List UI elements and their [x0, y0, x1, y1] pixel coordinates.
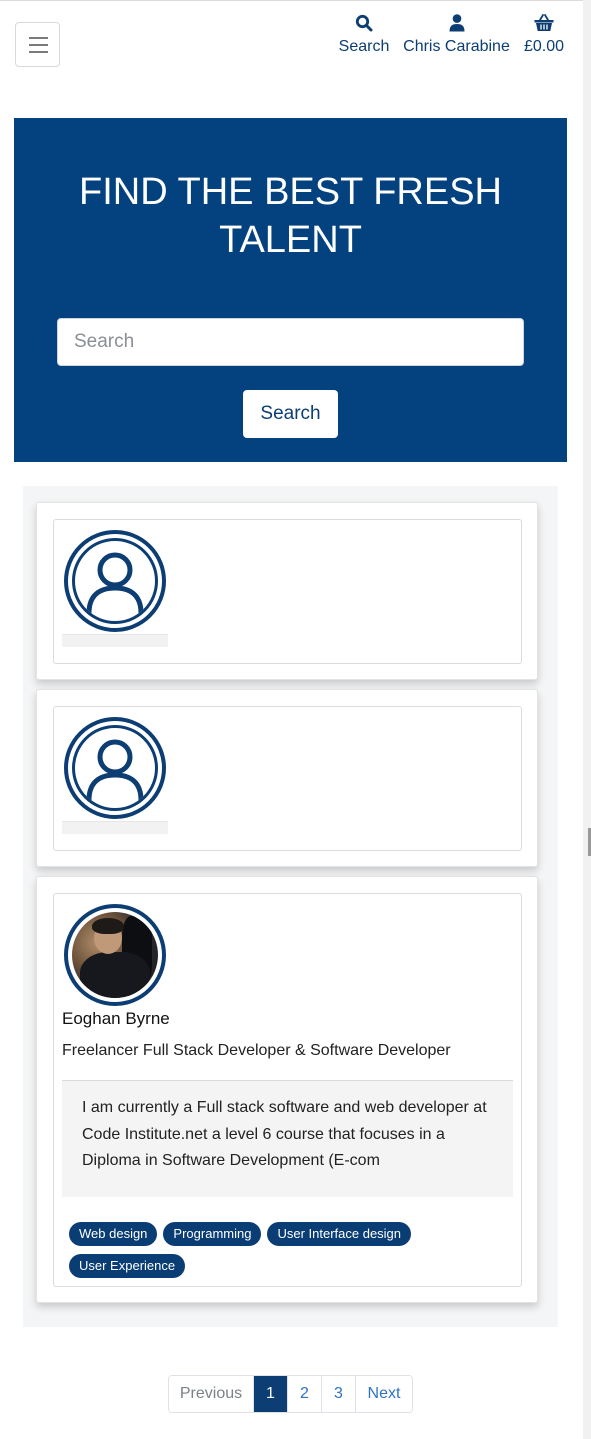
pagination-page-2[interactable]: 2 [288, 1376, 322, 1412]
profile-card-body [53, 706, 522, 851]
profile-name-placeholder [62, 634, 168, 647]
profile-card[interactable] [36, 502, 538, 680]
default-avatar-icon [64, 717, 166, 819]
search-icon [338, 14, 390, 34]
hero-banner: FIND THE BEST FRESH TALENT Search [14, 118, 567, 462]
nav-account-link[interactable]: Chris Carabine [402, 14, 511, 56]
profile-bio: I am currently a Full stack software and… [62, 1080, 513, 1197]
profile-name[interactable]: Eoghan Byrne [62, 1009, 170, 1029]
pagination-page-3[interactable]: 3 [322, 1376, 356, 1412]
search-button[interactable]: Search [243, 390, 338, 438]
skill-tag[interactable]: User Experience [69, 1254, 186, 1278]
skill-tag[interactable]: Programming [163, 1222, 262, 1246]
profile-card-body [53, 519, 522, 664]
skill-tags: Web design Programming User Interface desi… [69, 1222, 499, 1286]
default-avatar-icon [64, 530, 166, 632]
user-icon [402, 14, 511, 34]
profile-name-placeholder [62, 821, 168, 834]
nav-basket-link[interactable]: £0.00 [520, 14, 568, 56]
menu-toggle-button[interactable] [15, 22, 60, 67]
profile-card[interactable] [36, 689, 538, 867]
pagination-page-1[interactable]: 1 [254, 1376, 288, 1412]
pagination-next[interactable]: Next [356, 1376, 412, 1412]
talent-search-input[interactable] [57, 318, 524, 366]
profile-card[interactable]: Eoghan Byrne Freelancer Full Stack Devel… [36, 876, 538, 1303]
pagination: Previous 1 2 3 Next [168, 1375, 413, 1413]
nav-search-label: Search [338, 38, 390, 55]
nav-account-label: Chris Carabine [403, 38, 510, 55]
nav-basket-total: £0.00 [523, 38, 565, 55]
profile-photo [64, 904, 166, 1006]
hero-title: FIND THE BEST FRESH TALENT [79, 171, 502, 261]
profile-card-body: Eoghan Byrne Freelancer Full Stack Devel… [53, 893, 522, 1287]
hamburger-icon [29, 37, 48, 39]
skill-tag[interactable]: Web design [69, 1222, 158, 1246]
profile-results: Eoghan Byrne Freelancer Full Stack Devel… [23, 486, 558, 1327]
nav-search-link[interactable]: Search [338, 14, 390, 56]
top-border [0, 0, 583, 1]
profile-job-title: Freelancer Full Stack Developer & Softwa… [62, 1042, 451, 1059]
pagination-previous[interactable]: Previous [169, 1376, 254, 1412]
scrollbar[interactable] [583, 0, 591, 1439]
basket-icon [520, 14, 568, 34]
skill-tag[interactable]: User Interface design [267, 1222, 412, 1246]
